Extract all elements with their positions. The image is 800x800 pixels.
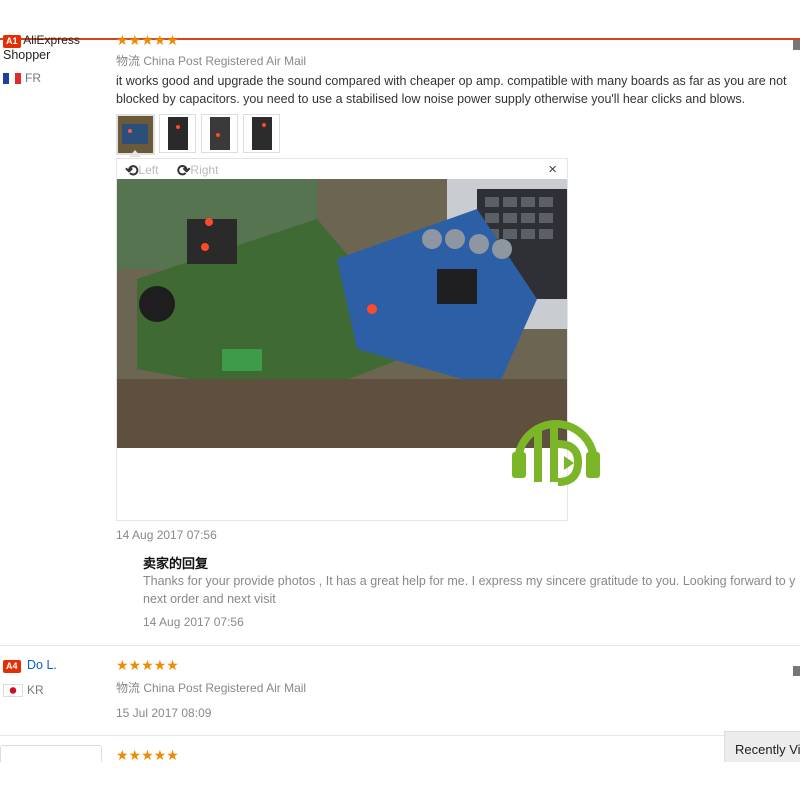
- rotate-left-button[interactable]: ⟲Left: [125, 161, 158, 181]
- review-date: 15 Jul 2017 08:09: [116, 706, 212, 720]
- rating-stars: ★★★★★: [116, 657, 179, 673]
- review-text-line1: it works good and upgrade the sound comp…: [116, 74, 787, 88]
- seller-reply-title: 卖家的回复: [143, 556, 209, 571]
- france-flag-icon: [3, 73, 21, 85]
- review-photo-thumbnail[interactable]: [243, 114, 280, 153]
- review-divider: [0, 735, 800, 736]
- review-date: 14 Aug 2017 07:56: [116, 528, 217, 542]
- review-divider: [0, 645, 800, 646]
- rotate-left-icon: ⟲: [125, 163, 139, 180]
- review-photo-large: [117, 179, 567, 448]
- rotate-right-icon: ⟳: [177, 163, 191, 180]
- reviewer-name-link[interactable]: Do L.: [27, 658, 57, 672]
- review-photo-thumbnail[interactable]: [116, 114, 155, 155]
- reviewer-info-box: [0, 745, 102, 762]
- review-photo-thumbnail[interactable]: [159, 114, 196, 153]
- seller-reply-date: 14 Aug 2017 07:56: [143, 615, 244, 629]
- shipping-method: 物流 China Post Registered Air Mail: [116, 54, 307, 68]
- reviewer-name-line1: AliExpress: [23, 33, 80, 47]
- korea-flag-icon: [3, 684, 23, 698]
- close-viewer-button[interactable]: ×: [548, 161, 557, 178]
- review-photo-thumbnail[interactable]: [201, 114, 238, 153]
- reviewer-country: KR: [3, 683, 44, 698]
- rotate-right-button[interactable]: ⟳Right: [177, 161, 218, 181]
- reviewer-level-badge: A4: [3, 660, 21, 673]
- scroll-marker: [793, 666, 800, 676]
- photo-viewer-toolbar: ⟲Left ⟳Right ×: [117, 159, 567, 181]
- reviewer-name: A4 Do L.: [3, 658, 57, 673]
- seller-reply-text-line2: next order and next visit: [143, 592, 276, 606]
- reviewer-name-line2: Shopper: [3, 48, 51, 62]
- photo-viewer: ⟲Left ⟳Right ×: [116, 158, 568, 521]
- reviewer-country: FR: [3, 71, 41, 85]
- reviewer-name: A1 AliExpress: [3, 33, 80, 48]
- watermark-headphone-logo: [512, 420, 600, 486]
- reviewer-level-badge: A1: [3, 35, 21, 48]
- review-text-line2: blocked by capacitors. you need to use a…: [116, 92, 746, 106]
- shipping-method: 物流 China Post Registered Air Mail: [116, 681, 307, 695]
- scroll-marker: [793, 40, 800, 50]
- rating-stars: ★★★★★: [116, 32, 179, 48]
- seller-reply-text-line1: Thanks for your provide photos , It has …: [143, 574, 796, 588]
- page-bottom: [0, 762, 800, 800]
- thumbnail-pointer: [129, 150, 141, 157]
